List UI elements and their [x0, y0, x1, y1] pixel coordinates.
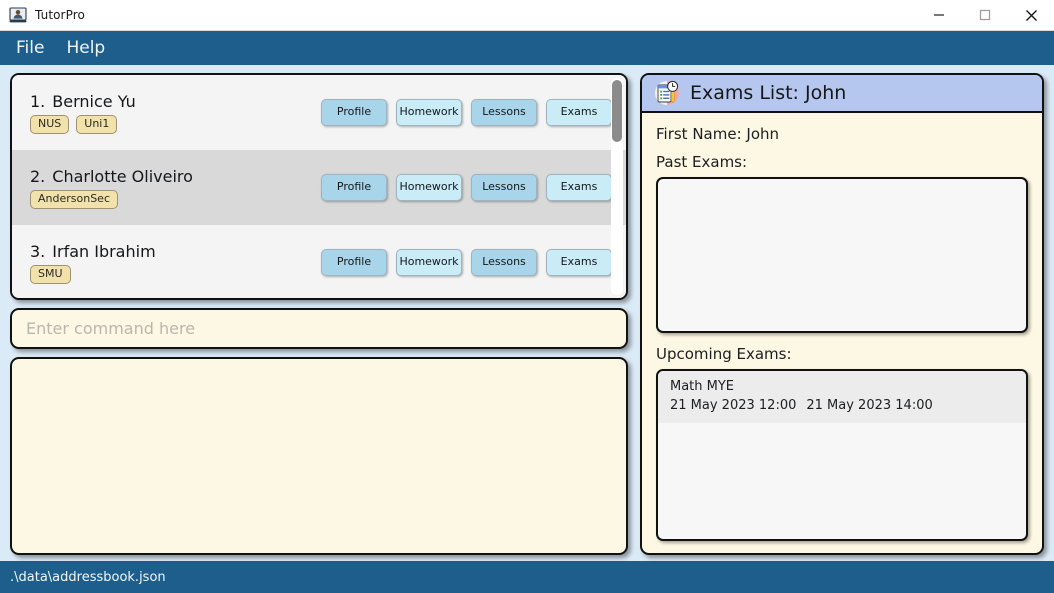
lessons-button[interactable]: Lessons: [471, 249, 537, 276]
student-row[interactable]: 2. Charlotte Oliveiro AndersonSec Profile…: [12, 150, 626, 225]
student-action-buttons: Profile Homework Lessons Exams: [321, 249, 612, 276]
first-name-field: First Name: John: [656, 125, 780, 143]
student-tag: SMU: [30, 264, 71, 284]
right-column: Exams List: John First Name: John Past E…: [640, 73, 1044, 555]
student-info: 1. Bernice Yu NUS Uni1: [30, 92, 321, 134]
homework-button[interactable]: Homework: [396, 99, 462, 126]
command-input[interactable]: Enter command here: [10, 308, 628, 349]
upcoming-exams-list[interactable]: Math MYE 21 May 2023 12:00 21 May 2023 14…: [656, 369, 1028, 541]
student-info: 3. Irfan Ibrahim SMU: [30, 242, 321, 284]
title-bar: TutorPro: [0, 0, 1054, 31]
student-name-line: 2. Charlotte Oliveiro: [30, 167, 321, 186]
exam-list-item[interactable]: Math MYE 21 May 2023 12:00 21 May 2023 14…: [658, 371, 1026, 423]
minimize-icon: [934, 14, 944, 16]
student-name-line: 1. Bernice Yu: [30, 92, 321, 111]
student-tag: NUS: [30, 114, 70, 134]
menu-bar: File Help: [0, 31, 1054, 65]
exam-start-time: 21 May 2023 12:00: [670, 398, 797, 413]
exams-button[interactable]: Exams: [546, 174, 612, 201]
student-tag: AndersonSec: [30, 189, 118, 209]
student-row[interactable]: 3. Irfan Ibrahim SMU Profile Homework Les…: [12, 225, 626, 298]
student-action-buttons: Profile Homework Lessons Exams: [321, 99, 612, 126]
past-exams-list[interactable]: [656, 177, 1028, 333]
exams-panel-header: Exams List: John: [642, 75, 1042, 113]
exam-times: 21 May 2023 12:00 21 May 2023 14:00: [670, 396, 1014, 415]
profile-button[interactable]: Profile: [321, 249, 387, 276]
past-exams-label: Past Exams:: [656, 153, 748, 171]
lessons-button[interactable]: Lessons: [471, 174, 537, 201]
student-name: Irfan Ibrahim: [52, 241, 156, 261]
student-name: Charlotte Oliveiro: [52, 166, 193, 186]
command-input-placeholder: Enter command here: [26, 319, 196, 338]
homework-button[interactable]: Homework: [396, 174, 462, 201]
upcoming-exams-label: Upcoming Exams:: [656, 345, 792, 363]
exams-list-panel: Exams List: John First Name: John Past E…: [640, 73, 1044, 555]
result-display-box: [10, 357, 628, 555]
left-column: 1. Bernice Yu NUS Uni1 Profile Homework L…: [10, 73, 628, 555]
student-list-scroll-area: 1. Bernice Yu NUS Uni1 Profile Homework L…: [12, 75, 626, 298]
close-button[interactable]: [1008, 0, 1054, 31]
student-index: 1.: [30, 91, 46, 111]
exams-panel-title: Exams List: John: [690, 82, 847, 104]
student-name-line: 3. Irfan Ibrahim: [30, 242, 321, 261]
application-window: TutorPro File Help 1. Bernice Yu NUS Uni…: [0, 0, 1054, 593]
student-index: 3.: [30, 241, 46, 261]
lessons-button[interactable]: Lessons: [471, 99, 537, 126]
exams-panel-body: First Name: John Past Exams: Upcoming Ex…: [642, 113, 1042, 553]
status-bar-path: .\data\addressbook.json: [10, 569, 166, 585]
student-index: 2.: [30, 166, 46, 186]
profile-button[interactable]: Profile: [321, 99, 387, 126]
student-action-buttons: Profile Homework Lessons Exams: [321, 174, 612, 201]
student-tags: SMU: [30, 264, 321, 284]
maximize-button[interactable]: [962, 0, 1008, 31]
profile-button[interactable]: Profile: [321, 174, 387, 201]
exams-button[interactable]: Exams: [546, 99, 612, 126]
maximize-icon: [979, 9, 991, 21]
app-tutor-icon: [9, 7, 27, 23]
student-tag: Uni1: [76, 114, 118, 134]
menu-item-help[interactable]: Help: [66, 39, 105, 57]
student-info: 2. Charlotte Oliveiro AndersonSec: [30, 167, 321, 209]
status-bar: .\data\addressbook.json: [0, 561, 1054, 593]
student-list-panel: 1. Bernice Yu NUS Uni1 Profile Homework L…: [10, 73, 628, 300]
scrollbar-thumb[interactable]: [612, 80, 622, 142]
menu-item-file[interactable]: File: [16, 39, 44, 57]
exam-schedule-icon: [655, 80, 679, 105]
student-tags: AndersonSec: [30, 189, 321, 209]
student-tags: NUS Uni1: [30, 114, 321, 134]
student-list-scrollbar[interactable]: [611, 78, 623, 295]
close-icon: [1025, 9, 1037, 21]
student-name: Bernice Yu: [52, 91, 136, 111]
exam-name: Math MYE: [670, 379, 735, 394]
student-row[interactable]: 1. Bernice Yu NUS Uni1 Profile Homework L…: [12, 75, 626, 150]
exam-end-time: 21 May 2023 14:00: [806, 398, 933, 413]
window-title: TutorPro: [35, 8, 85, 22]
minimize-button[interactable]: [916, 0, 962, 31]
main-content: 1. Bernice Yu NUS Uni1 Profile Homework L…: [0, 65, 1054, 561]
homework-button[interactable]: Homework: [396, 249, 462, 276]
exams-button[interactable]: Exams: [546, 249, 612, 276]
